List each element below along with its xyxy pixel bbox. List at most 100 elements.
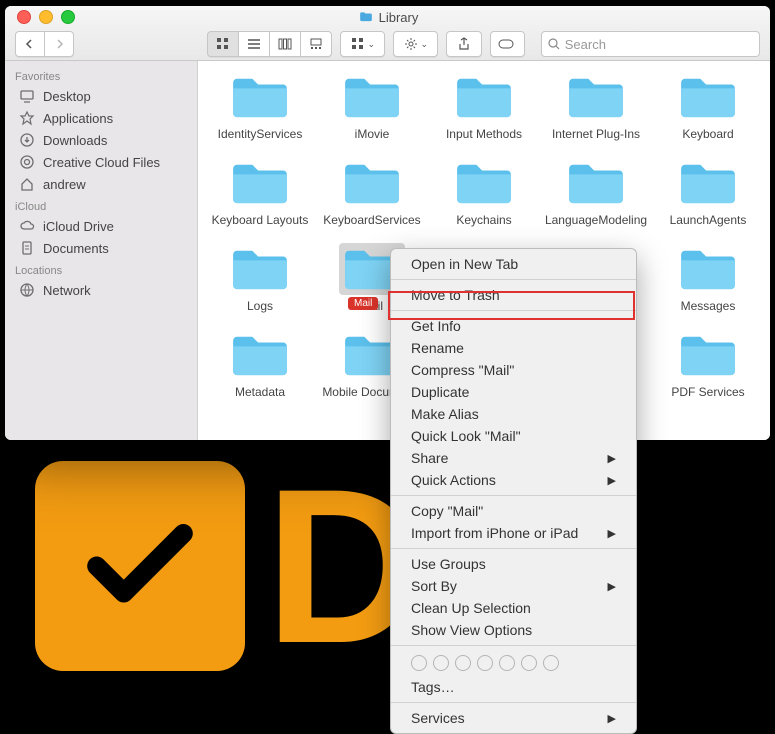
tag-icon xyxy=(498,38,516,50)
folder-icon xyxy=(677,73,739,121)
menu-item-clean-up-selection[interactable]: Clean Up Selection xyxy=(391,597,636,619)
menu-item-sort-by[interactable]: Sort By▶ xyxy=(391,575,636,597)
sidebar-item-documents[interactable]: Documents xyxy=(5,237,197,259)
sidebar-item-label: iCloud Drive xyxy=(43,219,114,234)
sidebar-item-desktop[interactable]: Desktop xyxy=(5,85,197,107)
share-icon xyxy=(457,37,471,51)
share-button[interactable] xyxy=(446,31,481,57)
action-button[interactable]: ⌄ xyxy=(393,31,438,57)
menu-item-import-from-iphone-or-ipad[interactable]: Import from iPhone or iPad▶ xyxy=(391,522,636,544)
minimize-window-button[interactable] xyxy=(39,10,53,24)
menu-item-label: Compress "Mail" xyxy=(411,362,514,378)
close-window-button[interactable] xyxy=(17,10,31,24)
folder-item[interactable]: IdentityServices xyxy=(204,67,316,147)
arrange-button[interactable]: ⌄ xyxy=(340,31,385,57)
folder-item[interactable]: Keychains xyxy=(428,153,540,233)
menu-item-label: Move to Trash xyxy=(411,287,500,303)
menu-item-label: Share xyxy=(411,450,448,466)
column-view-button[interactable] xyxy=(269,31,300,57)
menu-item-open-in-new-tab[interactable]: Open in New Tab xyxy=(391,253,636,275)
folder-icon xyxy=(359,10,373,24)
menu-item-label: Duplicate xyxy=(411,384,469,400)
sidebar-item-applications[interactable]: Applications xyxy=(5,107,197,129)
tag-color-dot[interactable] xyxy=(433,655,449,671)
sidebar-item-label: Applications xyxy=(43,111,113,126)
folder-icon xyxy=(229,245,291,293)
folder-icon xyxy=(341,159,403,207)
menu-item-quick-actions[interactable]: Quick Actions▶ xyxy=(391,469,636,491)
icon-view-button[interactable] xyxy=(207,31,238,57)
doc-icon xyxy=(19,240,35,256)
folder-item[interactable]: Keyboard xyxy=(652,67,764,147)
search-input[interactable]: Search xyxy=(541,31,760,57)
menu-item-compress-mail[interactable]: Compress "Mail" xyxy=(391,359,636,381)
zoom-window-button[interactable] xyxy=(61,10,75,24)
folder-item[interactable]: LanguageModeling xyxy=(540,153,652,233)
folder-item[interactable]: LaunchAgents xyxy=(652,153,764,233)
submenu-arrow-icon: ▶ xyxy=(608,474,616,487)
tags-button[interactable] xyxy=(490,31,525,57)
tag-color-dot[interactable] xyxy=(477,655,493,671)
back-button[interactable] xyxy=(15,31,44,57)
sidebar-item-label: Documents xyxy=(43,241,109,256)
folder-label: Metadata xyxy=(235,385,285,399)
folder-item[interactable]: PDF Services xyxy=(652,325,764,405)
folder-icon xyxy=(453,159,515,207)
menu-tag-swatches[interactable] xyxy=(391,650,636,676)
sidebar-item-downloads[interactable]: Downloads xyxy=(5,129,197,151)
folder-item[interactable]: Metadata xyxy=(204,325,316,405)
folder-item[interactable]: KeyboardServices xyxy=(316,153,428,233)
folder-item[interactable]: iMovie xyxy=(316,67,428,147)
menu-item-show-view-options[interactable]: Show View Options xyxy=(391,619,636,641)
view-switcher xyxy=(207,31,332,57)
menu-item-duplicate[interactable]: Duplicate xyxy=(391,381,636,403)
menu-item-tags[interactable]: Tags… xyxy=(391,676,636,698)
menu-item-share[interactable]: Share▶ xyxy=(391,447,636,469)
menu-separator xyxy=(391,702,636,703)
folder-item[interactable]: Messages xyxy=(652,239,764,319)
menu-item-label: Copy "Mail" xyxy=(411,503,483,519)
tag-color-dot[interactable] xyxy=(499,655,515,671)
menu-item-use-groups[interactable]: Use Groups xyxy=(391,553,636,575)
tag-color-dot[interactable] xyxy=(455,655,471,671)
tag-color-dot[interactable] xyxy=(521,655,537,671)
menu-item-label: Import from iPhone or iPad xyxy=(411,525,578,541)
sidebar-item-icloud-drive[interactable]: iCloud Drive xyxy=(5,215,197,237)
menu-item-label: Get Info xyxy=(411,318,461,334)
menu-item-rename[interactable]: Rename xyxy=(391,337,636,359)
menu-item-make-alias[interactable]: Make Alias xyxy=(391,403,636,425)
menu-item-label: Show View Options xyxy=(411,622,532,638)
sidebar-item-andrew[interactable]: andrew xyxy=(5,173,197,195)
menu-separator xyxy=(391,548,636,549)
menu-separator xyxy=(391,279,636,280)
submenu-arrow-icon: ▶ xyxy=(608,580,616,593)
sidebar-item-creative-cloud-files[interactable]: Creative Cloud Files xyxy=(5,151,197,173)
sidebar-item-label: Downloads xyxy=(43,133,107,148)
check-logo-icon xyxy=(35,461,245,671)
folder-item[interactable]: Input Methods xyxy=(428,67,540,147)
folder-label: Logs xyxy=(247,299,273,313)
sidebar-item-network[interactable]: Network xyxy=(5,279,197,301)
menu-item-quick-look-mail[interactable]: Quick Look "Mail" xyxy=(391,425,636,447)
menu-item-get-info[interactable]: Get Info xyxy=(391,315,636,337)
forward-button[interactable] xyxy=(44,31,74,57)
context-menu: Open in New Tab Move to Trash Get Info Rena… xyxy=(390,248,637,734)
folder-icon xyxy=(677,331,739,379)
folder-item[interactable]: Keyboard Layouts xyxy=(204,153,316,233)
gallery-view-button[interactable] xyxy=(300,31,332,57)
menu-item-copy-mail[interactable]: Copy "Mail" xyxy=(391,500,636,522)
folder-label: Keychains xyxy=(456,213,511,227)
folder-icon xyxy=(229,159,291,207)
gear-icon xyxy=(404,37,418,51)
sidebar-group-header: Locations xyxy=(5,259,197,279)
folder-label: PDF Services xyxy=(671,385,744,399)
tag-color-dot[interactable] xyxy=(543,655,559,671)
tag-color-dot[interactable] xyxy=(411,655,427,671)
menu-item-move-to-trash[interactable]: Move to Trash xyxy=(391,284,636,306)
folder-item[interactable]: Internet Plug-Ins xyxy=(540,67,652,147)
list-view-button[interactable] xyxy=(238,31,269,57)
search-icon xyxy=(548,38,561,51)
folder-item[interactable]: Logs xyxy=(204,239,316,319)
menu-item-services[interactable]: Services▶ xyxy=(391,707,636,729)
folder-icon xyxy=(453,73,515,121)
